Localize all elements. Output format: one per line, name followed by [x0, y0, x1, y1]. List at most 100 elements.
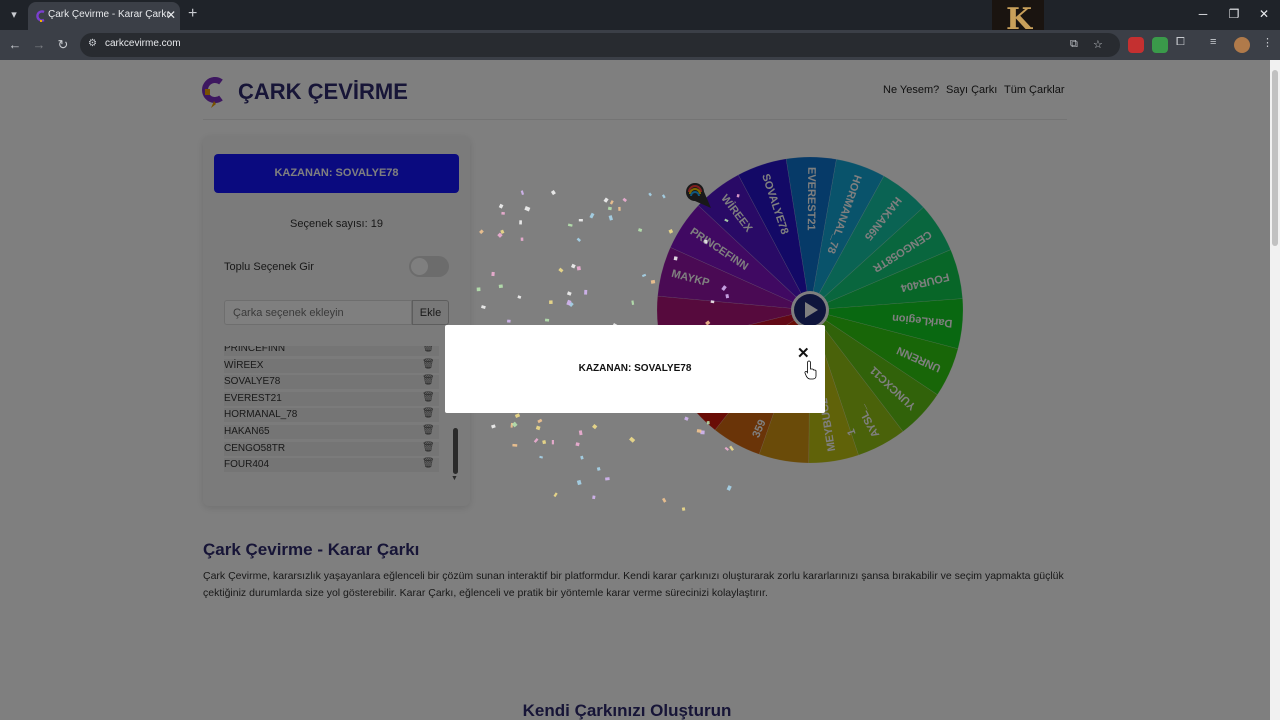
confetti-piece — [542, 440, 547, 445]
back-icon[interactable]: ← — [6, 36, 24, 54]
confetti-piece — [638, 228, 643, 232]
confetti-piece — [684, 416, 689, 421]
confetti-piece — [710, 300, 715, 304]
confetti-piece — [578, 430, 583, 436]
confetti-piece — [491, 271, 495, 277]
confetti-piece — [553, 492, 558, 498]
confetti-piece — [641, 273, 647, 278]
confetti-piece — [519, 220, 522, 225]
extension-1-icon[interactable] — [1128, 37, 1144, 53]
hand-cursor-icon — [804, 360, 817, 380]
profile-avatar[interactable] — [1234, 37, 1250, 53]
confetti-piece — [479, 229, 484, 235]
confetti-piece — [520, 190, 525, 195]
confetti-piece — [589, 212, 595, 219]
confetti-piece — [578, 218, 583, 222]
confetti-piece — [501, 211, 505, 215]
confetti-piece — [550, 190, 556, 196]
confetti-piece — [566, 291, 572, 296]
site-favicon-icon — [36, 10, 45, 22]
confetti-piece — [607, 206, 612, 211]
confetti-piece — [570, 263, 576, 269]
confetti-piece — [704, 239, 708, 244]
confetti-piece — [724, 446, 729, 451]
window-close-icon[interactable]: ✕ — [1254, 6, 1274, 22]
confetti-piece — [500, 229, 505, 235]
confetti-piece — [662, 497, 667, 503]
confetti-piece — [544, 318, 550, 322]
confetti-piece — [576, 266, 581, 271]
modal-title: KAZANAN: SOVALYE78 — [578, 363, 692, 374]
confetti-piece — [511, 421, 518, 428]
confetti-piece — [535, 425, 541, 431]
confetti-piece — [549, 300, 553, 304]
confetti-piece — [608, 215, 613, 221]
confetti-piece — [580, 455, 584, 460]
confetti-piece — [576, 479, 582, 486]
confetti-piece — [558, 267, 564, 273]
confetti-piece — [661, 194, 666, 199]
confetti-piece — [629, 436, 636, 443]
confetti-piece — [668, 228, 674, 234]
confetti-piece — [520, 237, 524, 241]
confetti-piece — [575, 442, 580, 447]
forward-icon[interactable]: → — [30, 36, 48, 54]
confetti-piece — [729, 445, 734, 451]
confetti-piece — [681, 507, 686, 511]
page-scrollbar[interactable] — [1270, 60, 1280, 720]
url-text[interactable]: carkcevirme.com — [105, 38, 181, 49]
confetti-piece — [622, 197, 628, 203]
confetti-piece — [576, 237, 582, 242]
confetti-piece — [648, 192, 652, 197]
new-tab-icon[interactable]: + — [188, 5, 197, 23]
confetti-piece — [539, 455, 543, 459]
confetti-piece — [498, 284, 503, 289]
confetti-piece — [506, 319, 511, 323]
site-info-icon[interactable]: ⚙ — [88, 38, 97, 49]
confetti-piece — [476, 287, 481, 292]
confetti-piece — [605, 477, 610, 481]
confetti-piece — [618, 206, 621, 211]
browser-tab[interactable]: Çark Çevirme - Karar Çarkı ✕ — [28, 2, 180, 30]
bookmark-star-icon[interactable]: ☆ — [1093, 38, 1103, 51]
tab-search-icon[interactable]: ▾ — [5, 6, 23, 24]
menu-kebab-icon[interactable]: ⋮ — [1262, 36, 1273, 49]
confetti-piece — [537, 418, 543, 424]
confetti-piece — [551, 440, 554, 445]
tab-close-icon[interactable]: ✕ — [166, 7, 176, 23]
confetti-piece — [725, 293, 730, 299]
restore-icon[interactable]: ❐ — [1224, 6, 1244, 22]
confetti-piece — [596, 467, 601, 471]
browser-tab-bar: ▾ Çark Çevirme - Karar Çarkı ✕ + K ─ ❐ ✕ — [0, 0, 1280, 40]
confetti-piece — [491, 424, 496, 429]
confetti-piece — [567, 223, 573, 227]
confetti-piece — [603, 197, 609, 203]
confetti-piece — [533, 438, 539, 443]
confetti-piece — [584, 289, 588, 295]
confetti-piece — [514, 413, 521, 419]
confetti-piece — [721, 285, 727, 291]
confetti-piece — [512, 443, 518, 447]
confetti-piece — [673, 256, 678, 261]
confetti-piece — [650, 279, 656, 284]
minimize-icon[interactable]: ─ — [1193, 6, 1213, 22]
confetti-piece — [726, 485, 732, 491]
omnibox[interactable]: ⚙ carkcevirme.com ⧉ ☆ — [80, 33, 1120, 57]
page-scroll-thumb[interactable] — [1272, 70, 1278, 246]
web-page: ÇARK ÇEVİRME Ne Yesem? Sayı Çarkı Tüm Ça… — [0, 60, 1270, 720]
confetti-piece — [498, 203, 504, 209]
reload-icon[interactable]: ↻ — [54, 36, 72, 54]
extensions-puzzle-icon[interactable]: ⧠ — [1176, 36, 1185, 49]
extension-2-icon[interactable] — [1152, 37, 1168, 53]
confetti-piece — [706, 420, 710, 425]
confetti-piece — [631, 300, 635, 305]
confetti-piece — [481, 305, 486, 310]
confetti-piece — [609, 200, 614, 205]
install-app-icon[interactable]: ⧉ — [1070, 38, 1078, 51]
confetti-piece — [524, 206, 531, 212]
reading-list-icon[interactable]: ≡ — [1210, 36, 1216, 48]
winner-modal: KAZANAN: SOVALYE78 ✕ — [445, 325, 825, 413]
address-bar-row: ← → ↻ ⚙ carkcevirme.com ⧉ ☆ ⧠ ≡ ⋮ — [0, 30, 1280, 60]
confetti-piece — [592, 495, 596, 500]
confetti-piece — [517, 295, 522, 299]
